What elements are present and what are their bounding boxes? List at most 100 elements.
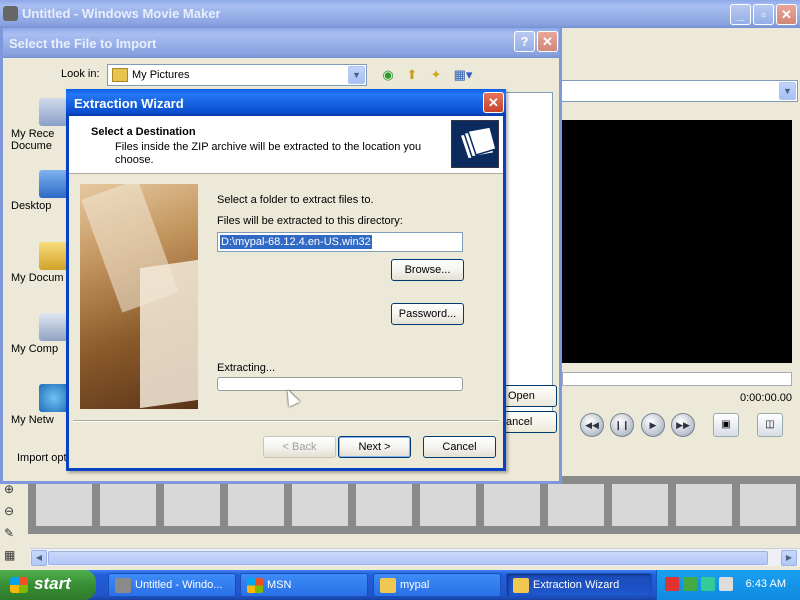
new-folder-icon[interactable]: ✦: [427, 66, 445, 84]
movie-maker-icon: [3, 6, 18, 21]
msn-tray-icon[interactable]: [701, 577, 715, 591]
storyboard-frame[interactable]: [36, 484, 92, 526]
collection-dropdown[interactable]: ▼: [560, 80, 798, 102]
storyboard-frame[interactable]: [356, 484, 412, 526]
wizard-titlebar[interactable]: Extraction Wizard ✕: [66, 89, 506, 116]
place-label: My Netw: [11, 414, 54, 426]
import-dialog-title: Select the File to Import: [9, 36, 157, 51]
back-button[interactable]: < Back: [263, 436, 336, 458]
close-button[interactable]: ✕: [776, 4, 797, 25]
scroll-thumb[interactable]: [48, 551, 768, 565]
movie-maker-title: Untitled - Windows Movie Maker: [22, 6, 221, 21]
chevron-down-icon[interactable]: ▼: [348, 66, 365, 84]
clock: 6:43 AM: [745, 578, 786, 590]
storyboard[interactable]: [28, 476, 800, 534]
minimize-button[interactable]: _: [730, 4, 751, 25]
separator: [73, 420, 499, 422]
play-button[interactable]: ▶: [641, 413, 665, 437]
task-label: MSN: [267, 579, 292, 591]
seek-bar[interactable]: [562, 372, 792, 386]
import-cancel-button[interactable]: ancel: [503, 411, 557, 433]
taskbar: start Untitled - Windo... MSN mypal Extr…: [0, 570, 800, 600]
split-clip-button[interactable]: ▣: [713, 413, 739, 437]
scroll-right-icon[interactable]: ▶: [781, 550, 797, 566]
cancel-button[interactable]: Cancel: [423, 436, 496, 458]
destination-directory-value: D:\mypal-68.12.4.en-US.win32: [220, 235, 372, 249]
scroll-left-icon[interactable]: ◀: [31, 550, 47, 566]
place-label: My Docum: [11, 272, 64, 284]
wizard-header: Select a Destination Files inside the ZI…: [69, 116, 503, 174]
look-in-label: Look in:: [61, 68, 100, 80]
password-button[interactable]: Password...: [391, 303, 464, 325]
next-button[interactable]: Next >: [338, 436, 411, 458]
movie-maker-icon: [115, 578, 131, 593]
network-icon[interactable]: [683, 577, 697, 591]
folder-icon: [513, 578, 529, 593]
select-folder-label: Select a folder to extract files to.: [217, 194, 374, 206]
task-label: Extraction Wizard: [533, 579, 620, 591]
wizard-close-button[interactable]: ✕: [483, 92, 504, 113]
zoom-in-icon[interactable]: ⊕: [4, 482, 20, 498]
maximize-button[interactable]: ▫: [753, 4, 774, 25]
views-menu-icon[interactable]: ▦▾: [451, 66, 475, 84]
task-mypal[interactable]: mypal: [373, 573, 501, 597]
task-msn[interactable]: MSN: [240, 573, 368, 597]
previous-frame-button[interactable]: ◀◀: [580, 413, 604, 437]
system-tray: 6:43 AM: [656, 570, 800, 600]
pause-button[interactable]: ❙❙: [610, 413, 634, 437]
wizard-heading: Select a Destination: [91, 126, 196, 138]
storyboard-frame[interactable]: [100, 484, 156, 526]
open-button[interactable]: Open: [503, 385, 557, 407]
storyboard-frame[interactable]: [612, 484, 668, 526]
extraction-progress-bar: [217, 377, 463, 391]
storyboard-frame[interactable]: [228, 484, 284, 526]
storyboard-frame[interactable]: [548, 484, 604, 526]
directory-label: Files will be extracted to this director…: [217, 215, 403, 227]
back-icon[interactable]: ◉: [379, 66, 397, 84]
zoom-out-icon[interactable]: ⊖: [4, 504, 20, 520]
my-pictures-icon: [112, 68, 128, 82]
look-in-dropdown[interactable]: My Pictures ▼: [107, 64, 367, 86]
take-picture-button[interactable]: ◫: [757, 413, 783, 437]
destination-directory-input[interactable]: D:\mypal-68.12.4.en-US.win32: [217, 232, 463, 252]
places-bar: My Rece Docume Desktop My Docum My Comp …: [11, 92, 73, 432]
start-button[interactable]: start: [0, 570, 96, 600]
storyboard-frame[interactable]: [164, 484, 220, 526]
storyboard-frame[interactable]: [484, 484, 540, 526]
extracting-label: Extracting...: [217, 362, 276, 374]
import-dialog-titlebar[interactable]: Select the File to Import ? ✕: [3, 28, 559, 58]
volume-icon[interactable]: [719, 577, 733, 591]
next-frame-button[interactable]: ▶▶: [671, 413, 695, 437]
timeline-icon[interactable]: ▦: [4, 548, 20, 564]
help-button[interactable]: ?: [514, 31, 535, 52]
narrate-icon[interactable]: ✎: [4, 526, 20, 542]
task-label: mypal: [400, 579, 430, 591]
storyboard-frame[interactable]: [740, 484, 796, 526]
chevron-down-icon[interactable]: ▼: [779, 82, 796, 100]
recent-documents-icon: [39, 98, 69, 126]
storyboard-frame[interactable]: [292, 484, 348, 526]
task-movie-maker[interactable]: Untitled - Windo...: [108, 573, 236, 597]
horizontal-scrollbar[interactable]: ◀ ▶: [30, 548, 800, 566]
wizard-subheading: Files inside the ZIP archive will be ext…: [115, 141, 422, 166]
task-label: Untitled - Windo...: [135, 579, 223, 591]
my-network-icon: [39, 384, 69, 412]
my-documents-icon: [39, 242, 69, 270]
place-label: My Comp: [11, 343, 59, 355]
security-alert-icon[interactable]: [665, 577, 679, 591]
wizard-side-image: [80, 179, 198, 409]
task-extraction-wizard[interactable]: Extraction Wizard: [506, 573, 652, 597]
video-preview-monitor: [562, 120, 792, 363]
browse-button[interactable]: Browse...: [391, 259, 464, 281]
windows-logo-icon: [10, 577, 28, 593]
movie-maker-titlebar[interactable]: Untitled - Windows Movie Maker _ ▫ ✕: [0, 0, 800, 28]
up-folder-icon[interactable]: ⬆: [403, 66, 421, 84]
storyboard-frame[interactable]: [676, 484, 732, 526]
start-label: start: [34, 574, 71, 593]
storyboard-frame[interactable]: [420, 484, 476, 526]
import-close-button[interactable]: ✕: [537, 31, 558, 52]
msn-icon: [247, 578, 263, 593]
desktop-icon: [39, 170, 69, 198]
extraction-wizard-dialog: Extraction Wizard ✕ Select a Destination…: [66, 89, 506, 471]
folders-icon: [451, 120, 499, 168]
